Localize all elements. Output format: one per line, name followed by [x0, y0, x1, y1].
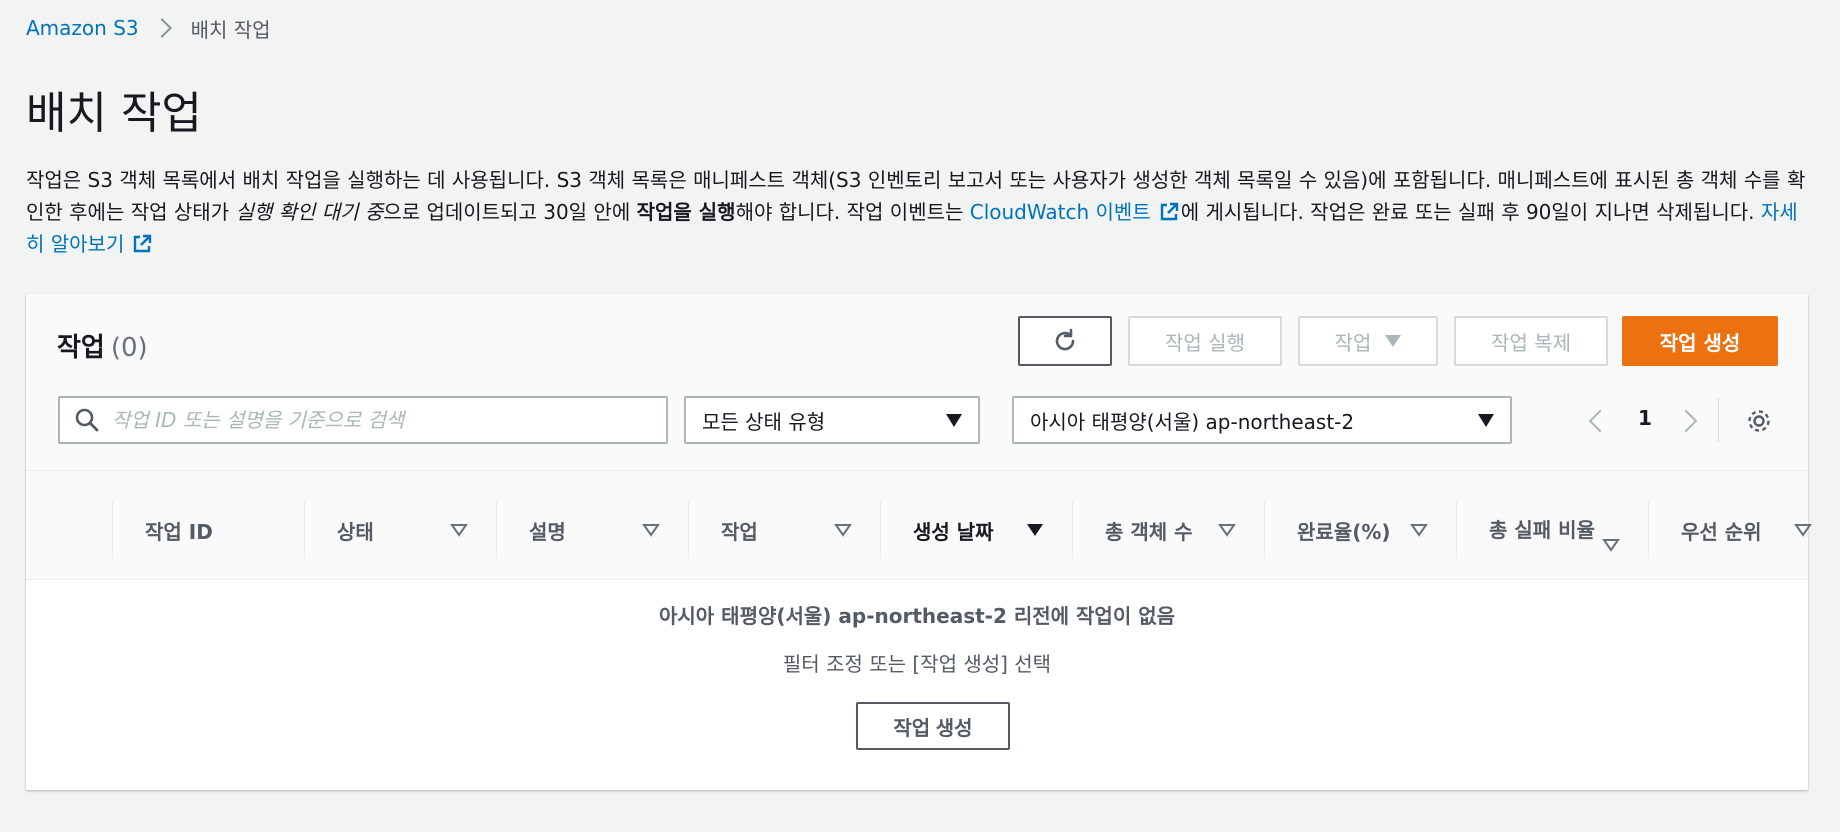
sort-icon [642, 524, 660, 537]
column-header-completion-rate[interactable]: 완료율(%) [1264, 501, 1456, 559]
caret-down-icon [1478, 413, 1494, 427]
next-page-icon[interactable] [1674, 409, 1698, 433]
column-header-status[interactable]: 상태 [304, 501, 496, 559]
breadcrumb-current: 배치 작업 [190, 17, 271, 42]
search-icon [75, 408, 99, 432]
column-header-job-id[interactable]: 작업 ID [112, 501, 304, 559]
external-link-icon [1160, 202, 1178, 221]
chevron-right-icon [151, 18, 172, 38]
column-header-label: 총 객체 수 [1105, 519, 1193, 544]
sort-icon [1602, 539, 1620, 552]
sort-icon [1410, 524, 1428, 537]
pager-divider [1718, 398, 1719, 442]
current-page-number[interactable]: 1 [1626, 404, 1664, 432]
status-filter-select[interactable]: 모든 상태 유형 [684, 396, 980, 444]
actions-dropdown-button[interactable]: 작업 [1298, 316, 1438, 366]
create-job-button[interactable]: 작업 생성 [1622, 316, 1778, 366]
desc-text-4: 에 게시됩니다. 작업은 완료 또는 실패 후 90일이 지나면 삭제됩니다. [1180, 200, 1761, 224]
cloudwatch-link-label: CloudWatch 이벤트 [969, 200, 1151, 224]
column-header-failure-rate[interactable]: 총 실패 비율 [1456, 501, 1648, 559]
empty-create-job-button[interactable]: 작업 생성 [856, 702, 1010, 750]
jobs-panel-header: 작업(0) 작업 실행 작업 작업 복제 작업 생성 모든 상태 유형 아시아 … [26, 294, 1808, 470]
sort-descending-icon [1027, 524, 1043, 536]
sort-icon [450, 524, 468, 537]
actions-label: 작업 [1334, 330, 1372, 355]
settings-gear-icon[interactable] [1744, 406, 1774, 436]
column-header-label: 설명 [529, 519, 566, 544]
region-filter-value: 아시아 태평양(서울) ap-northeast-2 [1030, 409, 1355, 434]
cloudwatch-events-link[interactable]: CloudWatch 이벤트 [970, 200, 1181, 224]
desc-text-3: 해야 합니다. 작업 이벤트는 [735, 200, 970, 224]
column-header-label: 우선 순위 [1681, 519, 1762, 544]
page-title: 배치 작업 [26, 88, 202, 139]
desc-italic-status: 실행 확인 대기 중 [235, 200, 384, 224]
table-header-row: 작업 ID 상태 설명 작업 생성 날짜 총 객체 수 완료율(%) 총 실패 … [26, 470, 1812, 580]
refresh-icon [1055, 328, 1075, 351]
external-link-icon [134, 234, 152, 253]
jobs-title-label: 작업 [57, 333, 105, 363]
caret-down-icon [1385, 335, 1402, 347]
status-filter-value: 모든 상태 유형 [702, 409, 826, 434]
breadcrumb: Amazon S3 배치 작업 [26, 14, 271, 42]
jobs-panel: 작업(0) 작업 실행 작업 작업 복제 작업 생성 모든 상태 유형 아시아 … [26, 294, 1812, 790]
column-header-label: 작업 ID [145, 519, 213, 544]
column-header-description[interactable]: 설명 [496, 501, 688, 559]
column-header-label: 상태 [337, 519, 374, 544]
column-header-label: 작업 [721, 519, 758, 544]
sort-icon [1218, 524, 1236, 537]
refresh-button[interactable] [1018, 316, 1112, 366]
sort-icon [834, 524, 852, 537]
column-header-label: 생성 날짜 [913, 519, 994, 544]
empty-state-subtitle: 필터 조정 또는 [작업 생성] 선택 [782, 652, 1052, 676]
page-description: 작업은 S3 객체 목록에서 배치 작업을 실행하는 데 사용됩니다. S3 객… [26, 164, 1816, 260]
breadcrumb-amazon-s3-link[interactable]: Amazon S3 [26, 16, 139, 40]
caret-down-icon [946, 413, 962, 427]
job-search [58, 396, 668, 444]
column-header-label: 총 실패 비율 [1489, 518, 1595, 542]
jobs-panel-title: 작업 (0) [57, 330, 148, 366]
column-header-operation[interactable]: 작업 [688, 501, 880, 559]
run-job-button[interactable]: 작업 실행 [1128, 316, 1282, 366]
previous-page-icon[interactable] [1588, 409, 1612, 433]
desc-text-2: 으로 업데이트되고 30일 안에 [383, 200, 637, 224]
region-filter-select[interactable]: 아시아 태평양(서울) ap-northeast-2 [1012, 396, 1512, 444]
sort-icon [1794, 524, 1812, 537]
empty-state-title: 아시아 태평양(서울) ap-northeast-2 리전에 작업이 없음 [659, 604, 1175, 628]
clone-job-button[interactable]: 작업 복제 [1454, 316, 1608, 366]
column-header-total-objects[interactable]: 총 객체 수 [1072, 501, 1264, 559]
column-header-creation-date[interactable]: 생성 날짜 [880, 501, 1072, 559]
desc-bold-run: 작업을 실행 [636, 200, 736, 224]
column-header-priority[interactable]: 우선 순위 [1648, 501, 1812, 559]
job-search-input[interactable] [112, 408, 666, 432]
jobs-count: (0) [110, 333, 148, 363]
column-header-label: 완료율(%) [1297, 519, 1391, 544]
